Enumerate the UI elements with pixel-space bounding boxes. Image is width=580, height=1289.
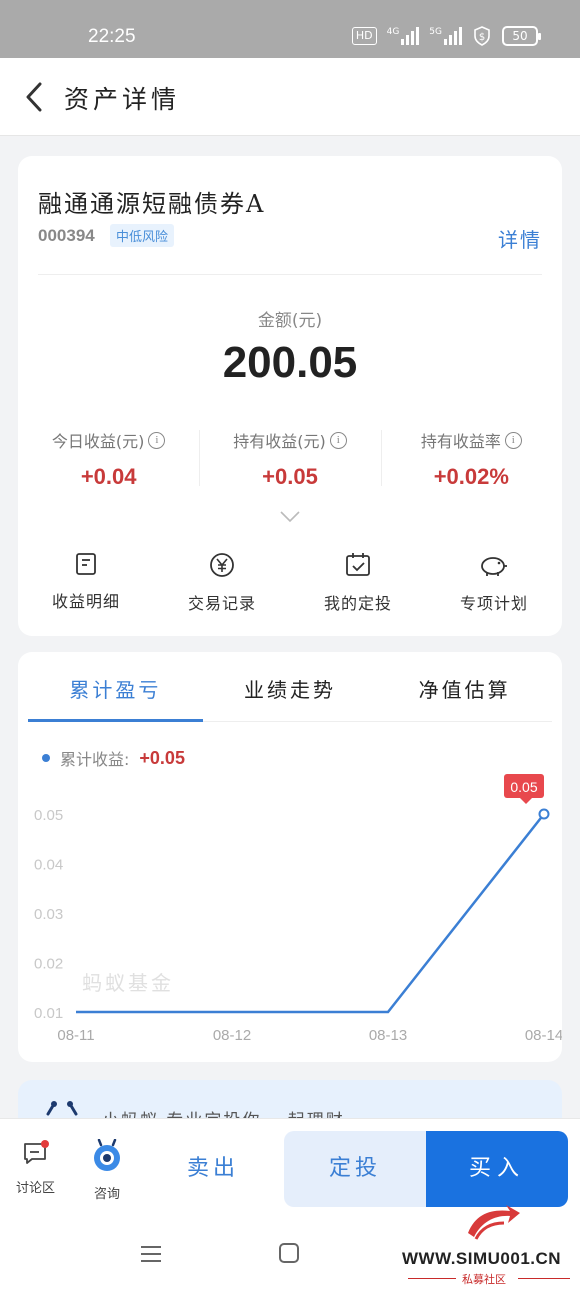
svg-text:$: $ xyxy=(479,32,485,43)
amount-value: 200.05 xyxy=(222,338,358,387)
discuss-label: 讨论区 xyxy=(16,1181,56,1196)
action-row: 收益明细 交易记录 我的定投 专项计划 xyxy=(18,552,562,614)
shield-dollar-icon: $ xyxy=(474,26,490,46)
info-icon[interactable]: i xyxy=(148,431,166,449)
status-icons: HD 4G 5G $ 50 xyxy=(351,26,541,46)
system-nav-bar: WWW.SIMU001.CN 私募社区 xyxy=(0,1205,580,1289)
info-icon[interactable]: i xyxy=(504,431,522,449)
site-watermark-url: WWW.SIMU001.CN xyxy=(402,1249,562,1268)
sell-button[interactable]: 卖出 xyxy=(150,1131,276,1207)
y-tick-label: 0.02 xyxy=(34,956,63,973)
fund-name: 融通通源短融债券A xyxy=(38,190,266,218)
stats-row: 今日收益(元) i +0.04 持有收益(元) i +0.05 持有收益率 i … xyxy=(18,428,562,489)
chart-watermark: 蚂蚁基金 xyxy=(82,971,174,995)
action-income-detail[interactable]: 收益明细 xyxy=(18,552,154,614)
x-tick-label: 08-14 xyxy=(525,1027,562,1044)
action-trade-record[interactable]: 交易记录 xyxy=(154,552,290,614)
fund-summary-card: 融通通源短融债券A 000394 中低风险 详情 金额(元) 200.05 今日… xyxy=(18,156,562,636)
stat-today-income: 今日收益(元) i +0.04 xyxy=(18,428,199,489)
stat-value: +0.05 xyxy=(262,464,318,489)
y-tick-label: 0.03 xyxy=(34,906,63,923)
action-label: 收益明细 xyxy=(51,592,120,611)
action-label: 我的定投 xyxy=(323,594,392,613)
consult-label: 咨询 xyxy=(93,1187,120,1202)
amount-label: 金额(元) xyxy=(257,311,323,331)
yen-circle-icon xyxy=(210,553,234,577)
watermark-line xyxy=(518,1278,570,1279)
site-logo-icon xyxy=(468,1205,520,1240)
chart-card: 累计盈亏 业绩走势 净值估算 累计收益: +0.05 0.05 0.04 0.03 0… xyxy=(18,652,562,1062)
signal-5g-icon: 5G xyxy=(429,27,462,45)
action-my-dingtou[interactable]: 我的定投 xyxy=(290,552,426,614)
action-label: 交易记录 xyxy=(187,594,256,613)
fund-code: 000394 xyxy=(38,226,95,245)
discuss-button[interactable]: 讨论区 xyxy=(16,1139,55,1196)
consult-button[interactable]: 咨询 xyxy=(90,1138,124,1202)
y-tick-label: 0.01 xyxy=(34,1005,63,1022)
detail-link[interactable]: 详情 xyxy=(498,224,542,253)
x-tick-label: 08-11 xyxy=(57,1027,94,1044)
info-icon[interactable]: i xyxy=(329,431,347,449)
home-icon[interactable] xyxy=(279,1243,299,1263)
x-tick-label: 08-13 xyxy=(369,1027,407,1044)
calendar-check-icon xyxy=(346,553,370,576)
nav-bar: 资产详情 xyxy=(0,58,580,136)
divider xyxy=(38,274,542,275)
assistant-avatar-icon xyxy=(94,1138,120,1171)
recent-apps-icon[interactable] xyxy=(140,1245,162,1263)
stat-value: +0.02% xyxy=(433,464,509,489)
piggy-bank-icon xyxy=(481,557,507,576)
data-point xyxy=(538,808,550,820)
document-icon xyxy=(76,553,96,575)
y-tick-label: 0.05 xyxy=(34,807,63,824)
watermark-line xyxy=(408,1278,456,1279)
dingtou-button[interactable]: 定投 xyxy=(284,1131,426,1207)
site-watermark-sub: 私募社区 xyxy=(462,1273,506,1286)
stat-label: 持有收益(元) xyxy=(233,432,326,451)
signal-4g-icon: 4G xyxy=(387,27,420,45)
hd-indicator: HD xyxy=(351,27,377,45)
buy-button[interactable]: 买入 xyxy=(426,1131,568,1207)
y-tick-label: 0.04 xyxy=(34,857,63,874)
stat-value: +0.04 xyxy=(80,464,137,489)
stat-label: 今日收益(元) xyxy=(51,432,145,451)
stat-holding-rate: 持有收益率 i +0.02% xyxy=(380,428,562,489)
x-tick-label: 08-12 xyxy=(213,1027,251,1044)
cumulative-pnl-chart[interactable]: 0.05 0.04 0.03 0.02 0.01 蚂蚁基金 08-11 08-12 08-13 0… xyxy=(18,652,562,1062)
page-title: 资产详情 xyxy=(64,85,181,114)
chevron-left-icon[interactable] xyxy=(22,82,48,112)
action-special-plan[interactable]: 专项计划 xyxy=(426,552,562,614)
tooltip-label: 0.05 xyxy=(510,779,537,795)
stat-label: 持有收益率 xyxy=(420,432,501,451)
status-time: 22:25 xyxy=(88,26,136,47)
chevron-down-icon[interactable] xyxy=(280,511,300,523)
tooltip-pointer xyxy=(520,798,532,804)
action-label: 专项计划 xyxy=(459,594,528,613)
risk-badge: 中低风险 xyxy=(110,224,175,247)
stat-holding-income: 持有收益(元) i +0.05 xyxy=(199,428,380,489)
battery-icon: 50 xyxy=(502,26,541,46)
chat-bubble-icon xyxy=(23,1140,49,1164)
status-bar: 22:25 HD 4G 5G $ 50 xyxy=(0,0,580,58)
